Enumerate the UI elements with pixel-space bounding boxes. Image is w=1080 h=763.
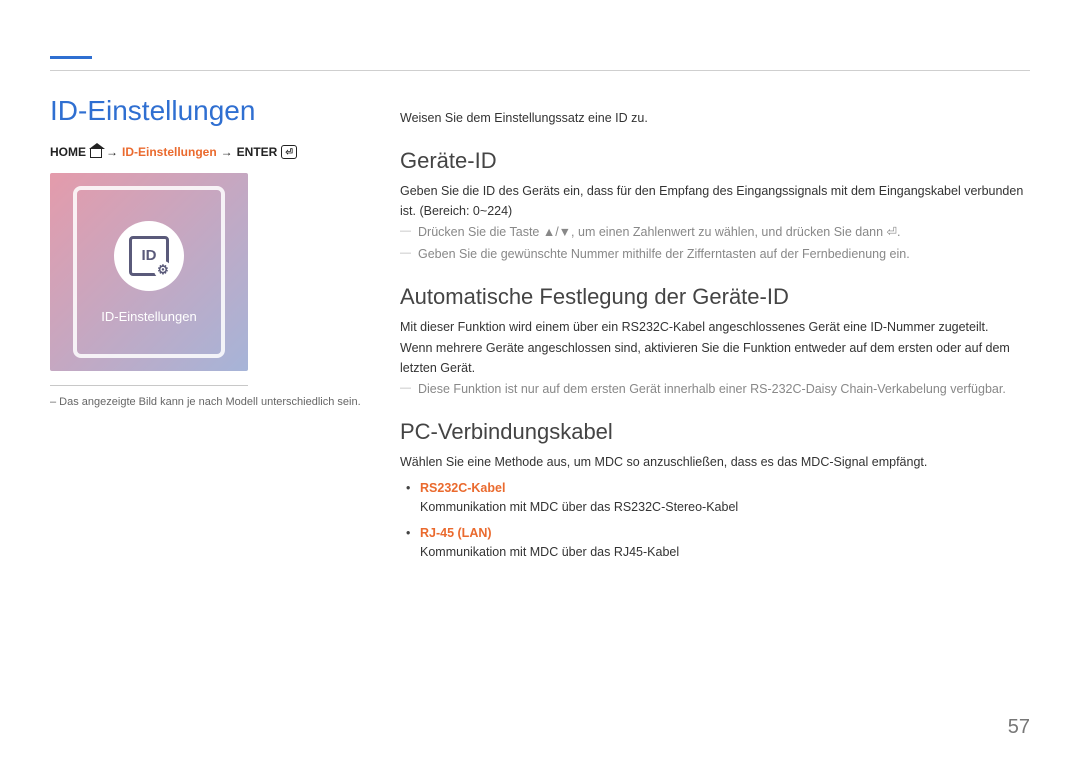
pc-cable-p1: Wählen Sie eine Methode aus, um MDC so a…	[400, 453, 1030, 472]
heading-pc-cable: PC-Verbindungskabel	[400, 419, 1030, 445]
home-icon	[90, 148, 102, 158]
thumbnail-rule	[50, 385, 248, 386]
option-desc: Kommunikation mit MDC über das RS232C-St…	[420, 500, 738, 514]
option-rj45: RJ-45 (LAN) Kommunikation mit MDC über d…	[400, 524, 1030, 563]
breadcrumb-enter: ENTER	[237, 145, 278, 159]
thumbnail-label: ID-Einstellungen	[101, 309, 196, 324]
device-id-p1: Geben Sie die ID des Geräts ein, dass fü…	[400, 182, 1030, 221]
gear-icon: ⚙	[154, 261, 172, 279]
id-badge: ID ⚙	[114, 221, 184, 291]
option-title: RS232C-Kabel	[420, 479, 1030, 498]
page-title: ID-Einstellungen	[50, 95, 362, 127]
auto-id-note1: Diese Funktion ist nur auf dem ersten Ge…	[400, 380, 1030, 399]
auto-id-p1: Mit dieser Funktion wird einem über ein …	[400, 318, 1030, 337]
heading-auto-id: Automatische Festlegung der Geräte-ID	[400, 284, 1030, 310]
header-rule	[50, 70, 1030, 71]
breadcrumb-arrow1: →	[106, 145, 118, 159]
device-id-note1: Drücken Sie die Taste ▲/▼, um einen Zahl…	[400, 223, 1030, 242]
option-title: RJ-45 (LAN)	[420, 524, 1030, 543]
breadcrumb: HOME → ID-Einstellungen → ENTER ⏎	[50, 145, 362, 159]
intro-text: Weisen Sie dem Einstellungssatz eine ID …	[400, 109, 1030, 128]
heading-device-id: Geräte-ID	[400, 148, 1030, 174]
image-disclaimer: – Das angezeigte Bild kann je nach Model…	[50, 396, 362, 408]
left-column: ID-Einstellungen HOME → ID-Einstellungen…	[50, 95, 362, 562]
enter-icon: ⏎	[281, 145, 297, 159]
device-id-note2: Geben Sie die gewünschte Nummer mithilfe…	[400, 245, 1030, 264]
breadcrumb-current: ID-Einstellungen	[122, 145, 217, 159]
option-desc: Kommunikation mit MDC über das RJ45-Kabe…	[420, 545, 679, 559]
breadcrumb-arrow2: →	[221, 145, 233, 159]
pc-cable-options: RS232C-Kabel Kommunikation mit MDC über …	[400, 479, 1030, 563]
breadcrumb-home: HOME	[50, 145, 86, 159]
feature-thumbnail: ID ⚙ ID-Einstellungen	[50, 173, 248, 371]
page-content: ID-Einstellungen HOME → ID-Einstellungen…	[50, 95, 1030, 562]
option-rs232c: RS232C-Kabel Kommunikation mit MDC über …	[400, 479, 1030, 518]
id-badge-text: ID	[142, 247, 157, 264]
id-badge-box: ID ⚙	[129, 236, 169, 276]
header-accent	[50, 56, 92, 59]
right-column: Weisen Sie dem Einstellungssatz eine ID …	[400, 95, 1030, 562]
page-number: 57	[1008, 716, 1030, 739]
auto-id-p2: Wenn mehrere Geräte angeschlossen sind, …	[400, 339, 1030, 378]
thumbnail-frame: ID ⚙ ID-Einstellungen	[73, 186, 225, 358]
